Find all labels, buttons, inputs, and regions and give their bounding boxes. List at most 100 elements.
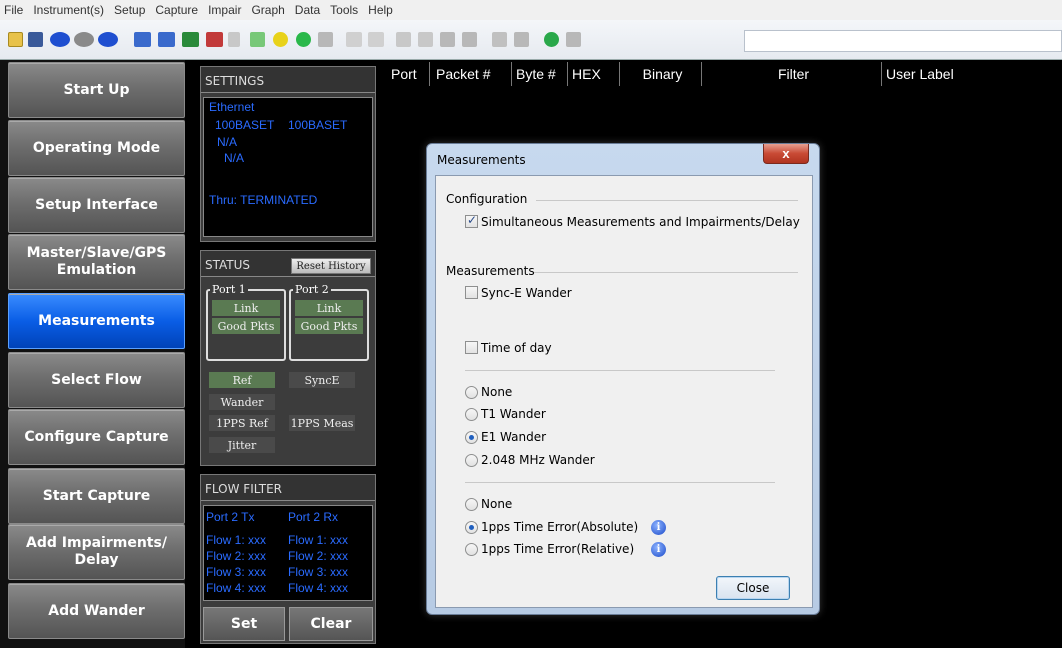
- info-icon-absolute[interactable]: i: [651, 520, 666, 535]
- nav-configure-capture[interactable]: Configure Capture: [8, 409, 185, 465]
- time-of-day-checkbox[interactable]: [465, 341, 478, 354]
- flow-rx-header: Port 2 Rx: [288, 510, 339, 524]
- pause-icon[interactable]: [514, 32, 529, 47]
- end-icon[interactable]: [566, 32, 581, 47]
- col-byte[interactable]: Byte #: [512, 62, 568, 86]
- save-config-icon[interactable]: [158, 32, 175, 47]
- jitter-indicator: Jitter: [209, 437, 275, 453]
- nav-measurements[interactable]: Measurements: [8, 293, 185, 349]
- capture-c-green-icon[interactable]: [296, 32, 311, 47]
- table-icon[interactable]: [396, 32, 411, 47]
- capture-c-icon[interactable]: [273, 32, 288, 47]
- divider-2: [465, 482, 775, 483]
- menu-file[interactable]: File: [4, 3, 23, 17]
- import-icon[interactable]: [182, 32, 199, 47]
- list-icon[interactable]: [440, 32, 455, 47]
- measurements-dialog: Measurements x Configuration Simultaneou…: [426, 143, 820, 615]
- rewind-icon[interactable]: [346, 32, 362, 47]
- forward-icon[interactable]: [368, 32, 384, 47]
- wave-icon[interactable]: [250, 32, 265, 47]
- settings-content: Ethernet 100BASET 100BASET N/A N/A Thru:…: [203, 97, 373, 237]
- synce-wander-checkbox[interactable]: [465, 286, 478, 299]
- divider-1: [465, 370, 775, 371]
- settings-port1-mode: 100BASET: [215, 118, 275, 132]
- col-port[interactable]: Port: [387, 62, 430, 86]
- settings-thru: Thru: TERMINATED: [209, 193, 318, 207]
- graph-icon[interactable]: [418, 32, 433, 47]
- menu-bar: File Instrument(s) Setup Capture Impair …: [0, 0, 1062, 20]
- nav-operating-mode[interactable]: Operating Mode: [8, 120, 185, 176]
- flow-tx-3: Flow 3: xxx: [206, 565, 267, 579]
- info-icon-relative[interactable]: i: [651, 542, 666, 557]
- instrument-icon[interactable]: [98, 32, 118, 47]
- flow-tx-header: Port 2 Tx: [206, 510, 255, 524]
- menu-data[interactable]: Data: [295, 3, 320, 17]
- col-binary[interactable]: Binary: [620, 62, 702, 86]
- load-config-icon[interactable]: [134, 32, 151, 47]
- connect-icon[interactable]: [50, 32, 70, 47]
- port1-status: Port 1 Link Good Pkts: [206, 283, 286, 361]
- wander-none-label: None: [481, 385, 513, 399]
- col-hex[interactable]: HEX: [568, 62, 620, 86]
- open-folder-icon[interactable]: [8, 32, 23, 47]
- clear-button[interactable]: Clear: [289, 607, 373, 641]
- menu-capture[interactable]: Capture: [155, 3, 198, 17]
- nav-setup-interface[interactable]: Setup Interface: [8, 177, 185, 233]
- settings-port2-mode: 100BASET: [288, 118, 348, 132]
- wander-indicator: Wander: [209, 394, 275, 410]
- nav-add-impairments[interactable]: Add Impairments/ Delay: [8, 524, 185, 580]
- t1-wander-radio[interactable]: [465, 408, 478, 421]
- nav-select-flow[interactable]: Select Flow: [8, 352, 185, 408]
- dialog-close-x-button[interactable]: x: [763, 144, 809, 164]
- stop-icon[interactable]: [318, 32, 333, 47]
- record-icon[interactable]: [462, 32, 477, 47]
- close-button[interactable]: Close: [716, 576, 790, 600]
- pps-ref-indicator: 1PPS Ref: [209, 415, 275, 431]
- flow-rx-4: Flow 4: xxx: [288, 581, 349, 595]
- nav-master-slave-gps[interactable]: Master/Slave/GPS Emulation: [8, 234, 185, 290]
- nav-add-wander[interactable]: Add Wander: [8, 583, 185, 639]
- save-icon[interactable]: [28, 32, 43, 47]
- settings-panel: SETTINGS Ethernet 100BASET 100BASET N/A …: [200, 66, 376, 242]
- flow-rx-2: Flow 2: xxx: [288, 549, 349, 563]
- menu-setup[interactable]: Setup: [114, 3, 145, 17]
- time-of-day-label: Time of day: [481, 341, 552, 355]
- flow-tx-4: Flow 4: xxx: [206, 581, 267, 595]
- nav-start-capture[interactable]: Start Capture: [8, 468, 185, 524]
- e1-wander-radio[interactable]: [465, 431, 478, 444]
- port2-good-pkts: Good Pkts: [295, 318, 363, 334]
- flow-rx-3: Flow 3: xxx: [288, 565, 349, 579]
- menu-help[interactable]: Help: [368, 3, 393, 17]
- toolbar-field[interactable]: [744, 30, 1062, 52]
- menu-graph[interactable]: Graph: [251, 3, 284, 17]
- set-button[interactable]: Set: [203, 607, 285, 641]
- flow-tx-2: Flow 2: xxx: [206, 549, 267, 563]
- pps-absolute-radio[interactable]: [465, 521, 478, 534]
- pps-relative-radio[interactable]: [465, 543, 478, 556]
- col-user-label[interactable]: User Label: [882, 62, 1062, 86]
- port2-label: Port 2: [293, 283, 331, 296]
- port1-label: Port 1: [210, 283, 248, 296]
- disconnect-icon[interactable]: [74, 32, 94, 47]
- col-packet[interactable]: Packet #: [432, 62, 512, 86]
- settings-title: SETTINGS: [201, 67, 375, 93]
- trigger-icon[interactable]: [544, 32, 559, 47]
- pps-none-radio[interactable]: [465, 498, 478, 511]
- simultaneous-checkbox[interactable]: [465, 213, 478, 228]
- flow-filter-content: Port 2 Tx Port 2 Rx Flow 1: xxx Flow 1: …: [203, 505, 373, 601]
- synce-indicator: SyncE: [289, 372, 355, 388]
- col-filter[interactable]: Filter: [702, 62, 882, 86]
- reset-icon[interactable]: [228, 32, 240, 47]
- reset-history-button[interactable]: Reset History: [291, 258, 371, 274]
- export-icon[interactable]: [206, 32, 223, 47]
- toolbar: [0, 20, 1062, 60]
- mhz-wander-radio[interactable]: [465, 454, 478, 467]
- pps-meas-indicator: 1PPS Meas: [289, 415, 355, 431]
- menu-impair[interactable]: Impair: [208, 3, 241, 17]
- wander-none-radio[interactable]: [465, 386, 478, 399]
- nav-start-up[interactable]: Start Up: [8, 62, 185, 118]
- menu-instruments[interactable]: Instrument(s): [33, 3, 104, 17]
- menu-tools[interactable]: Tools: [330, 3, 358, 17]
- play-icon[interactable]: [492, 32, 507, 47]
- measurements-group-label: Measurements: [446, 264, 535, 278]
